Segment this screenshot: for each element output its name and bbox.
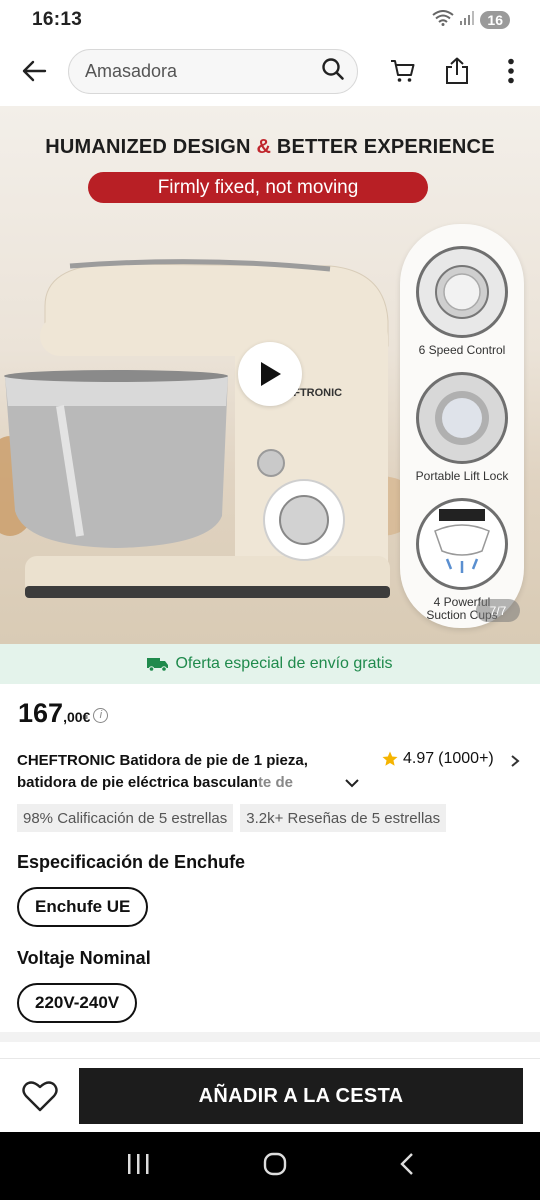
plug-option-chip[interactable]: Enchufe UE [17, 887, 149, 927]
voltage-spec-title: Voltaje Nominal [17, 948, 151, 968]
cart-icon [391, 60, 415, 82]
title-text-faded: te de [257, 774, 293, 791]
suction-cup-icon [416, 498, 508, 590]
heart-icon [21, 1081, 58, 1112]
top-actions [376, 44, 538, 98]
title-line-1: CHEFTRONIC Batidora de pie de 1 pieza, [17, 752, 308, 769]
feature-label: Portable Lift Lock [415, 469, 509, 483]
price-decimal: ,00€ [63, 709, 91, 725]
section-divider [0, 1032, 540, 1042]
back-nav-icon[interactable] [399, 1152, 414, 1181]
tag-five-star-rating: 98% Calificación de 5 estrellas [17, 804, 234, 832]
bottom-action-bar: AÑADIR A LA CESTA [0, 1060, 540, 1132]
battery-indicator: 16 [480, 11, 510, 29]
truck-icon [147, 658, 169, 672]
price: 167 ,00€ i [18, 698, 109, 729]
signal-icon [460, 10, 475, 30]
more-vertical-icon [508, 58, 514, 84]
price-integer: 167 [18, 698, 64, 728]
home-icon[interactable] [263, 1152, 287, 1181]
shipping-text: Oferta especial de envío gratis [175, 655, 393, 672]
image-counter: 7/7 [476, 599, 520, 622]
stand-mixer-illustration: CHEFTRONIC [0, 259, 400, 598]
speed-dial-icon [416, 246, 508, 338]
rating-summary[interactable]: 4.97 (1000+) [381, 750, 494, 768]
status-icons: 16 [432, 9, 510, 31]
recent-apps-icon[interactable] [126, 1153, 150, 1180]
chevron-down-icon[interactable] [344, 776, 360, 794]
search-input[interactable]: Amasadora [68, 48, 358, 94]
title-text: batidora de pie eléctrica basculan [17, 774, 258, 791]
product-title[interactable]: CHEFTRONIC Batidora de pie de 1 pieza, b… [17, 750, 337, 794]
product-image-carousel[interactable]: HUMANIZED DESIGN & BETTER EXPERIENCE Fir… [0, 106, 540, 644]
star-icon [382, 751, 398, 766]
top-bar: Amasadora [0, 40, 540, 102]
divider [0, 1058, 540, 1059]
rating-value: 4.97 [403, 750, 435, 767]
system-nav-bar [0, 1132, 540, 1200]
feature-lift-lock: Portable Lift Lock [400, 372, 524, 483]
wifi-icon [432, 9, 455, 31]
search-icon[interactable] [321, 57, 345, 86]
add-to-cart-button[interactable]: AÑADIR A LA CESTA [79, 1068, 523, 1124]
play-video-button[interactable] [238, 342, 302, 406]
more-options-button[interactable] [484, 44, 538, 98]
tag-five-star-reviews: 3.2k+ Reseñas de 5 estrellas [240, 804, 447, 832]
free-shipping-banner: Oferta especial de envío gratis [0, 644, 540, 684]
back-button[interactable] [0, 40, 68, 102]
feature-label: 6 Speed Control [418, 343, 506, 357]
review-count: (1000+) [438, 750, 494, 767]
feature-speed-control: 6 Speed Control [400, 246, 524, 357]
play-icon [261, 362, 281, 386]
plug-spec-title: Especificación de Enchufe [17, 852, 246, 872]
search-query: Amasadora [85, 60, 178, 81]
wishlist-button[interactable] [0, 1060, 79, 1132]
cart-button[interactable] [376, 44, 430, 98]
feature-panel: 6 Speed Control Portable Lift Lock 4 Pow… [400, 224, 524, 628]
title-line-2: batidora de pie eléctrica basculan te de [17, 772, 337, 794]
status-bar: 16:13 16 [0, 0, 540, 40]
review-tags: 98% Calificación de 5 estrellas 3.2k+ Re… [17, 804, 447, 832]
share-button[interactable] [430, 44, 484, 98]
lift-lock-icon [416, 372, 508, 464]
voltage-option-chip[interactable]: 220V-240V [17, 983, 138, 1023]
info-icon[interactable]: i [93, 707, 109, 723]
back-arrow-icon [22, 60, 47, 82]
share-icon [446, 57, 468, 84]
chevron-right-icon[interactable] [510, 754, 520, 773]
status-time: 16:13 [32, 9, 83, 30]
